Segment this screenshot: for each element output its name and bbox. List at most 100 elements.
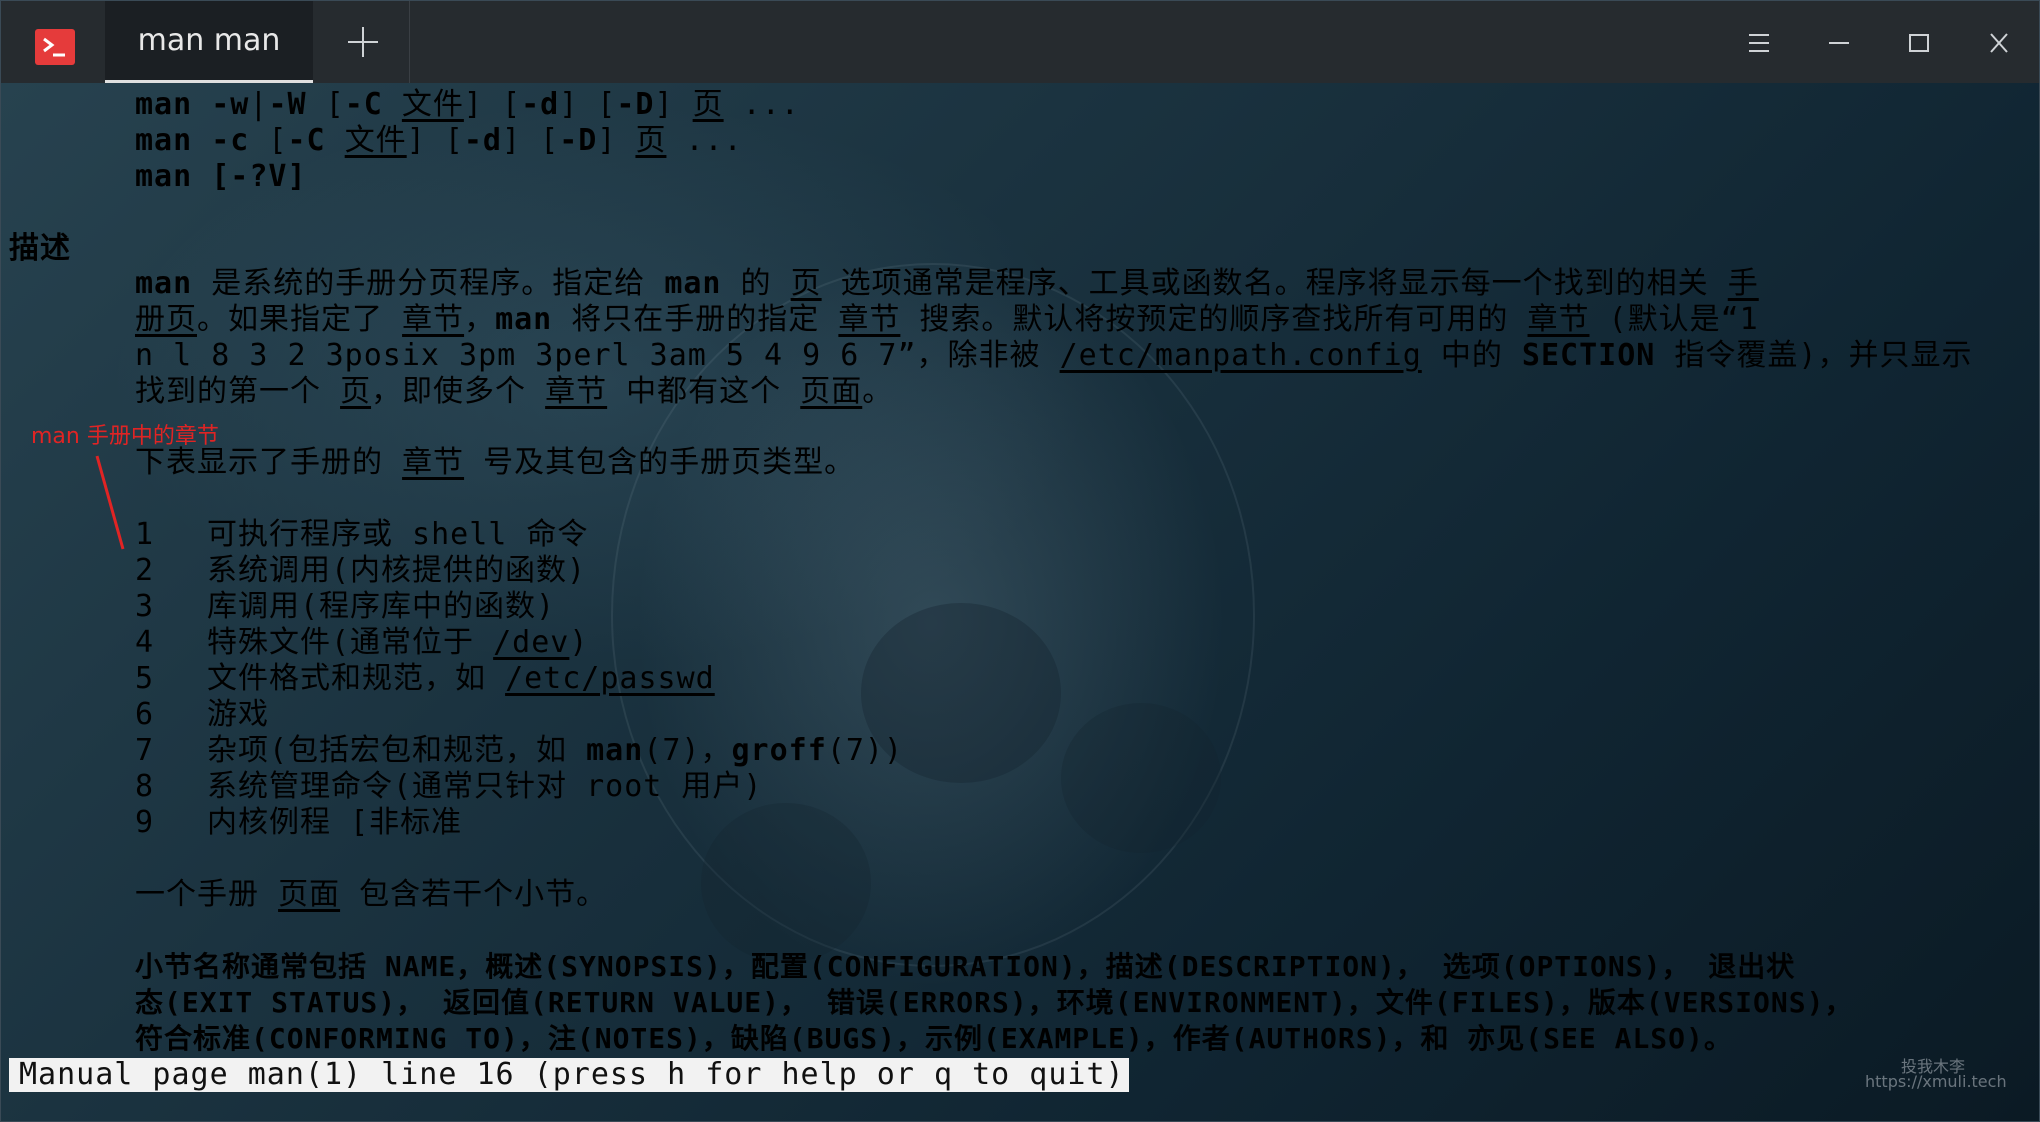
section-description: 系统管理命令(通常只针对 root 用户) [207, 769, 763, 804]
opt-text: [-?V] [192, 159, 307, 194]
annotation-label: man 手册中的章节 [31, 424, 219, 449]
plain-text: 文件格式和规范，如 [207, 661, 506, 696]
plain-text: ) [569, 625, 589, 660]
section-description: 文件格式和规范，如 /etc/passwd [207, 661, 715, 697]
cmd-text: man [495, 302, 553, 337]
new-tab-button[interactable] [317, 1, 410, 83]
plain-text: 特殊文件(通常位于 [207, 625, 494, 660]
cmd-text: man [135, 266, 193, 301]
list-item: 5 文件格式和规范，如 /etc/passwd [135, 661, 714, 697]
opt-text: -c [192, 123, 250, 158]
arg-text: 页 [790, 266, 822, 301]
description-line-2: 册页。如果指定了 章节，man 将只在手册的指定 章节 搜索。默认将按预定的顺序… [135, 302, 1759, 338]
section-description: 系统调用(内核提供的函数) [207, 553, 587, 588]
section-number: 4 [135, 625, 155, 660]
list-item: 7 杂项(包括宏包和规范，如 man(7)，groff(7)) [135, 733, 902, 769]
synopsis-line-3: man [-?V] [135, 159, 307, 195]
keyword-text: SECTION [1521, 338, 1656, 373]
cmd-text: groff [731, 733, 827, 768]
section-number: 8 [135, 769, 155, 804]
plain-text: 找到的第一个 [135, 374, 341, 409]
section-names-line-2: 态(EXIT STATUS)， 返回值(RETURN VALUE)， 错误(ER… [135, 986, 1854, 1019]
arg-text: 文件 [401, 87, 464, 122]
list-item: 6 游戏 [135, 697, 268, 733]
plain-text: 中都有这个 [607, 374, 801, 409]
plain-text: 杂项(包括宏包和规范，如 [207, 733, 587, 768]
arg-text: 册页 [135, 302, 197, 337]
opt-text: -D [559, 123, 598, 158]
plain-text: [ [306, 87, 345, 122]
description-line-1: man 是系统的手册分页程序。指定给 man 的 页 选项通常是程序、工具或函数… [135, 266, 1759, 302]
plain-text: 搜索。默认将按预定的顺序查找所有可用的 [900, 302, 1528, 337]
minimize-button[interactable] [1811, 15, 1867, 71]
list-item: 2 系统调用(内核提供的函数) [135, 553, 585, 589]
plain-text: ... [723, 87, 800, 122]
section-number: 7 [135, 733, 155, 768]
list-item: 8 系统管理命令(通常只针对 root 用户) [135, 769, 762, 805]
path-text: /etc/passwd [505, 661, 715, 696]
plain-text: 指令覆盖)，并只显示 [1655, 338, 1973, 373]
cmd-text: man [586, 733, 644, 768]
close-button[interactable] [1971, 15, 2027, 71]
list-item: 1 可执行程序或 shell 命令 [135, 517, 587, 553]
cmd-text: man [135, 87, 193, 122]
plain-text: ] [ [502, 123, 560, 158]
wallpaper-shape [701, 803, 871, 963]
plain-text: ， [464, 302, 496, 337]
path-text: /dev [493, 625, 570, 660]
synopsis-line-2: man -c [-C 文件] [-d] [-D] 页 ... [135, 123, 743, 159]
arg-text: 页 [340, 374, 372, 409]
arg-text: 章节 [838, 302, 901, 337]
section-names-line-3: 符合标准(CONFORMING TO)，注(NOTES)，缺陷(BUGS)，示例… [135, 1022, 1733, 1055]
plain-text: n l 8 3 2 3posix 3pm 3perl 3am 5 4 9 6 7… [135, 338, 1060, 373]
tab-man-man[interactable]: man man [105, 1, 313, 83]
section-description: 库调用(程序库中的函数) [207, 589, 556, 624]
arg-text: 页 [635, 123, 667, 158]
section-number: 9 [135, 805, 155, 840]
watermark-url: https://xmuli.tech [1865, 1072, 2007, 1091]
plain-text: 。如果指定了 [197, 302, 403, 337]
description-line-4: 找到的第一个 页，即使多个 章节 中都有这个 页面。 [135, 374, 893, 410]
plain-text: 中的 [1421, 338, 1522, 373]
title-bar: man man [1, 1, 2039, 84]
menu-icon [1749, 34, 1769, 52]
plain-text: [ [249, 123, 288, 158]
section-number: 5 [135, 661, 155, 696]
plain-text [326, 123, 345, 158]
section-names-line-1: 小节名称通常包括 NAME，概述(SYNOPSIS)，配置(CONFIGURAT… [135, 950, 1796, 983]
list-item: 9 内核例程 [非标准 [135, 805, 461, 841]
terminal-icon[interactable] [35, 29, 75, 65]
arg-text: 页 [692, 87, 724, 122]
plain-text: ，即使多个 [371, 374, 546, 409]
plain-text: (7)) [826, 733, 904, 768]
plain-text: 包含若干个小节。 [340, 877, 608, 912]
plain-text: | [249, 87, 269, 122]
opt-text: -w [192, 87, 250, 122]
plain-text: ] [ [559, 87, 617, 122]
section-description: 游戏 [207, 697, 269, 732]
maximize-button[interactable] [1891, 15, 1947, 71]
wallpaper-shape [1061, 703, 1221, 853]
arg-text: 章节 [402, 445, 465, 480]
plain-text: 是系统的手册分页程序。指定给 [192, 266, 665, 301]
plain-text: 号及其包含的手册页类型。 [464, 445, 856, 480]
section-number: 6 [135, 697, 155, 732]
close-icon [1990, 33, 2008, 53]
plain-text: ] [597, 123, 636, 158]
plain-text: 一个手册 [135, 877, 279, 912]
synopsis-line-1: man -w|-W [-C 文件] [-d] [-D] 页 ... [135, 87, 800, 123]
maximize-icon [1909, 34, 1929, 52]
plain-text: 下表显示了手册的 [135, 445, 403, 480]
plain-text: 。 [862, 374, 894, 409]
cmd-text: man [664, 266, 722, 301]
path-text: /etc/manpath.config [1059, 338, 1422, 373]
plain-text: 将只在手册的指定 [552, 302, 839, 337]
cmd-text: man [135, 159, 193, 194]
menu-button[interactable] [1731, 15, 1787, 71]
opt-text: -W [268, 87, 307, 122]
description-line-3: n l 8 3 2 3posix 3pm 3perl 3am 5 4 9 6 7… [135, 338, 1972, 374]
section-number: 3 [135, 589, 155, 624]
plain-text: 选项通常是程序、工具或函数名。程序将显示每一个找到的相关 [821, 266, 1728, 301]
plain-text: (7)， [643, 733, 732, 768]
opt-text: -C [344, 87, 383, 122]
